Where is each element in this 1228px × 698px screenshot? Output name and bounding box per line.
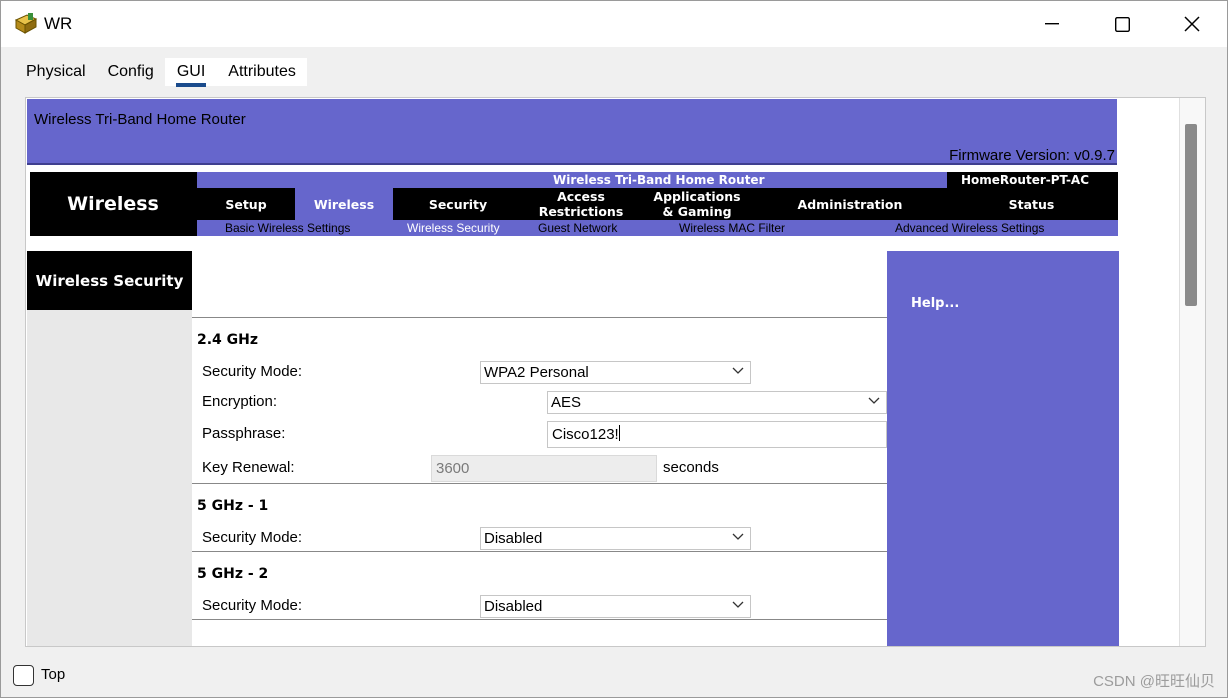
key-renewal-unit: seconds: [663, 459, 719, 476]
band-5-2-title: 5 GHz - 2: [197, 566, 269, 582]
minimize-icon: [1045, 23, 1059, 25]
band-5-1-title: 5 GHz - 1: [197, 498, 269, 514]
nav-access-restrictions[interactable]: Access Restrictions: [523, 188, 639, 220]
window-footer: Top CSDN @旺旺仙贝: [1, 657, 1227, 697]
application-window: WR Physical Config GUI Attributes Wirele…: [0, 0, 1228, 698]
nav-security[interactable]: Security: [393, 188, 523, 220]
tab-physical[interactable]: Physical: [15, 58, 97, 86]
divider: [192, 551, 887, 552]
nav-administration[interactable]: Administration: [755, 188, 945, 220]
scrollbar-thumb[interactable]: [1185, 124, 1197, 306]
nav-setup[interactable]: Setup: [197, 188, 295, 220]
tab-attributes[interactable]: Attributes: [217, 58, 307, 86]
top-checkbox[interactable]: [13, 665, 34, 686]
product-name: Wireless Tri-Band Home Router: [553, 173, 765, 187]
section-heading: Wireless Security: [27, 251, 192, 310]
router-header: Wireless Tri-Band Home Router Firmware V…: [27, 99, 1117, 165]
text-caret: [618, 425, 620, 441]
left-column: Wireless Security: [27, 251, 192, 646]
close-icon: [1184, 16, 1200, 32]
security-mode-24-select[interactable]: WPA2 Personal: [480, 361, 751, 384]
minimize-button[interactable]: [1017, 1, 1087, 47]
router-header-title: Wireless Tri-Band Home Router: [34, 111, 246, 128]
model-name: HomeRouter-PT-AC: [961, 173, 1090, 187]
window-title: WR: [44, 14, 73, 33]
subnav-mac-filter[interactable]: Wireless MAC Filter: [679, 220, 785, 236]
subnav-advanced-wireless[interactable]: Advanced Wireless Settings: [895, 220, 1044, 236]
divider: [192, 619, 887, 620]
chevron-down-icon: [732, 533, 744, 540]
security-mode-5-2-label: Security Mode:: [202, 597, 303, 614]
encryption-select[interactable]: AES: [547, 391, 887, 414]
router-web-page: Wireless Tri-Band Home Router Firmware V…: [26, 98, 1119, 646]
top-checkbox-label: Top: [41, 666, 66, 683]
chevron-down-icon: [732, 601, 744, 608]
nav-applications-gaming[interactable]: Applications & Gaming: [639, 188, 755, 220]
subnav-wireless-security[interactable]: Wireless Security: [407, 220, 500, 236]
chevron-down-icon: [732, 367, 744, 374]
title-bar[interactable]: WR: [1, 1, 1227, 47]
key-renewal-input: 3600: [431, 455, 657, 482]
close-button[interactable]: [1157, 1, 1227, 47]
router-logo: Wireless: [67, 193, 159, 215]
key-renewal-label: Key Renewal:: [202, 459, 295, 476]
passphrase-label: Passphrase:: [202, 425, 286, 442]
security-mode-24-label: Security Mode:: [202, 363, 303, 380]
firmware-version: Firmware Version: v0.9.7: [949, 147, 1115, 164]
divider: [192, 483, 887, 484]
chevron-down-icon: [868, 397, 880, 404]
passphrase-input[interactable]: Cisco123!: [547, 421, 887, 448]
band-24-title: 2.4 GHz: [197, 332, 259, 348]
sub-nav: Basic Wireless Settings Wireless Securit…: [197, 220, 1118, 236]
tab-bar: Physical Config GUI Attributes: [15, 58, 307, 87]
subnav-guest-network[interactable]: Guest Network: [538, 220, 617, 236]
help-panel: Help...: [887, 251, 1119, 646]
watermark: CSDN @旺旺仙贝: [1093, 673, 1215, 690]
security-mode-5-1-select[interactable]: Disabled: [480, 527, 751, 550]
help-link[interactable]: Help...: [911, 296, 959, 311]
gui-content-frame: Wireless Tri-Band Home Router Firmware V…: [25, 97, 1206, 647]
divider: [192, 317, 887, 318]
nav-wireless[interactable]: Wireless: [295, 188, 393, 220]
security-mode-5-1-label: Security Mode:: [202, 529, 303, 546]
tab-gui[interactable]: GUI: [164, 58, 218, 87]
app-router-icon: [13, 12, 39, 36]
router-nav: Wireless Wireless Tri-Band Home Router H…: [30, 172, 1118, 236]
maximize-button[interactable]: [1087, 1, 1157, 47]
maximize-icon: [1114, 16, 1130, 32]
tab-config[interactable]: Config: [97, 58, 165, 86]
encryption-label: Encryption:: [202, 393, 278, 410]
nav-status[interactable]: Status: [945, 188, 1118, 220]
subnav-basic-wireless[interactable]: Basic Wireless Settings: [225, 220, 350, 236]
security-mode-5-2-select[interactable]: Disabled: [480, 595, 751, 618]
